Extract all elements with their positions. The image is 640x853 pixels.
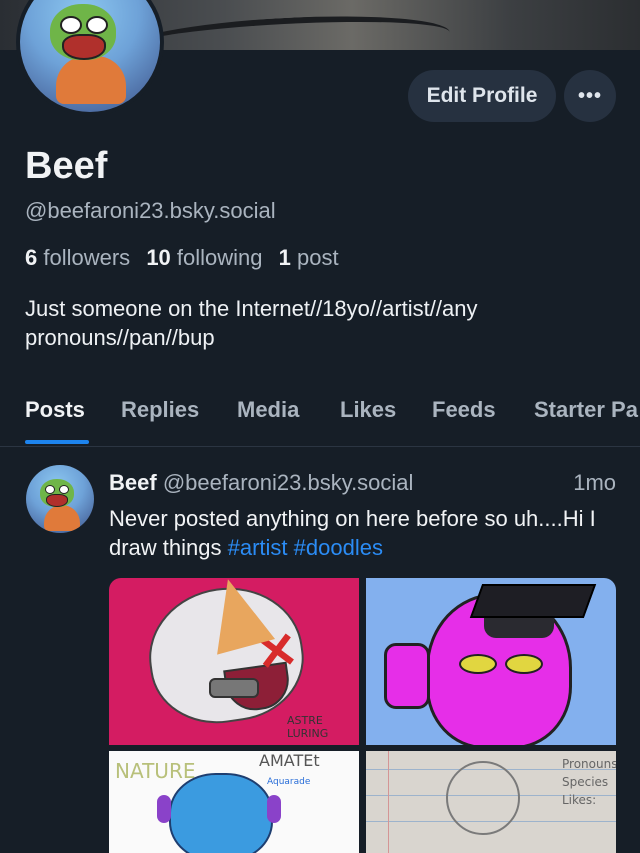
drawing-label: Aquarade [267,777,311,787]
headphone-right [267,795,281,823]
hashtag-artist[interactable]: #artist [228,535,288,560]
tab-feeds[interactable]: Feeds [432,397,496,423]
sketch-label: Likes: [562,793,597,807]
avatar-head [50,4,116,60]
sketch-figure [446,761,520,835]
notebook-margin [388,751,389,853]
avatar-body [44,505,80,531]
avatar-head [40,479,74,507]
pink-character-eye [459,654,497,674]
posts-label: post [297,245,339,270]
tab-likes[interactable]: Likes [340,397,396,423]
hashtag-doodles[interactable]: #doodles [294,535,383,560]
post-image-4[interactable]: Pronouns Species Likes: [366,751,616,853]
followers-link[interactable]: 6 followers [25,245,130,270]
post-image-1[interactable]: ✕ ASTRE LURING [109,578,359,745]
edit-profile-button[interactable]: Edit Profile [408,70,556,122]
tab-replies[interactable]: Replies [121,397,199,423]
drawing-label: NATURE [115,759,196,783]
post-author-handle[interactable]: @beefaroni23.bsky.social [163,470,414,495]
posts-count: 1 [278,245,291,270]
blue-character [169,773,273,853]
tab-starter-packs[interactable]: Starter Pa [534,397,638,423]
graduation-cap-board [469,584,597,618]
post-author-avatar[interactable] [26,465,94,533]
followers-label: followers [43,245,131,270]
pink-character-thumb [384,643,430,709]
sketch-label: Species [562,775,609,789]
avatar-eye [59,485,69,494]
profile-stats: 6 followers 10 following 1 post [25,245,339,271]
post-image-2[interactable] [366,578,616,745]
profile-bio: Just someone on the Internet//18yo//arti… [25,296,478,350]
more-options-icon: ••• [577,84,602,107]
more-options-button[interactable]: ••• [564,70,616,122]
avatar-eye [45,485,55,494]
pink-character-eye [505,654,543,674]
profile-display-name: Beef [25,145,108,187]
artist-signature: ASTRE LURING [287,714,329,740]
avatar-mouth [46,494,68,507]
active-tab-indicator [25,440,89,444]
post-timestamp[interactable]: 1mo [573,470,616,496]
post-author-name[interactable]: Beef [109,470,157,495]
avatar-body [56,56,126,104]
post-image-3[interactable]: NATURE AMATEt Aquarade [109,751,359,853]
posts-stat: 1 post [279,245,339,270]
profile-avatar[interactable] [16,0,164,116]
avatar-mouth [62,34,106,60]
followers-count: 6 [25,245,38,270]
profile-tabs: Posts Replies Media Likes Feeds Starter … [0,390,640,447]
post-text: Never posted anything on here before so … [109,504,609,562]
tab-posts[interactable]: Posts [25,397,85,423]
following-label: following [176,245,263,270]
post-header: Beef @beefaroni23.bsky.social [109,470,413,496]
headphone-left [157,795,171,823]
following-link[interactable]: 10 following [146,245,262,270]
avatar-eye [86,16,108,34]
following-count: 10 [146,245,171,270]
tab-media[interactable]: Media [237,397,299,423]
avatar-image [20,0,160,112]
sketch-label: Pronouns [562,757,616,771]
drawing-label: AMATEt [259,751,320,770]
avatar-eye [60,16,82,34]
profile-handle: @beefaroni23.bsky.social [25,198,276,223]
cat-drawing-collar [209,678,259,698]
